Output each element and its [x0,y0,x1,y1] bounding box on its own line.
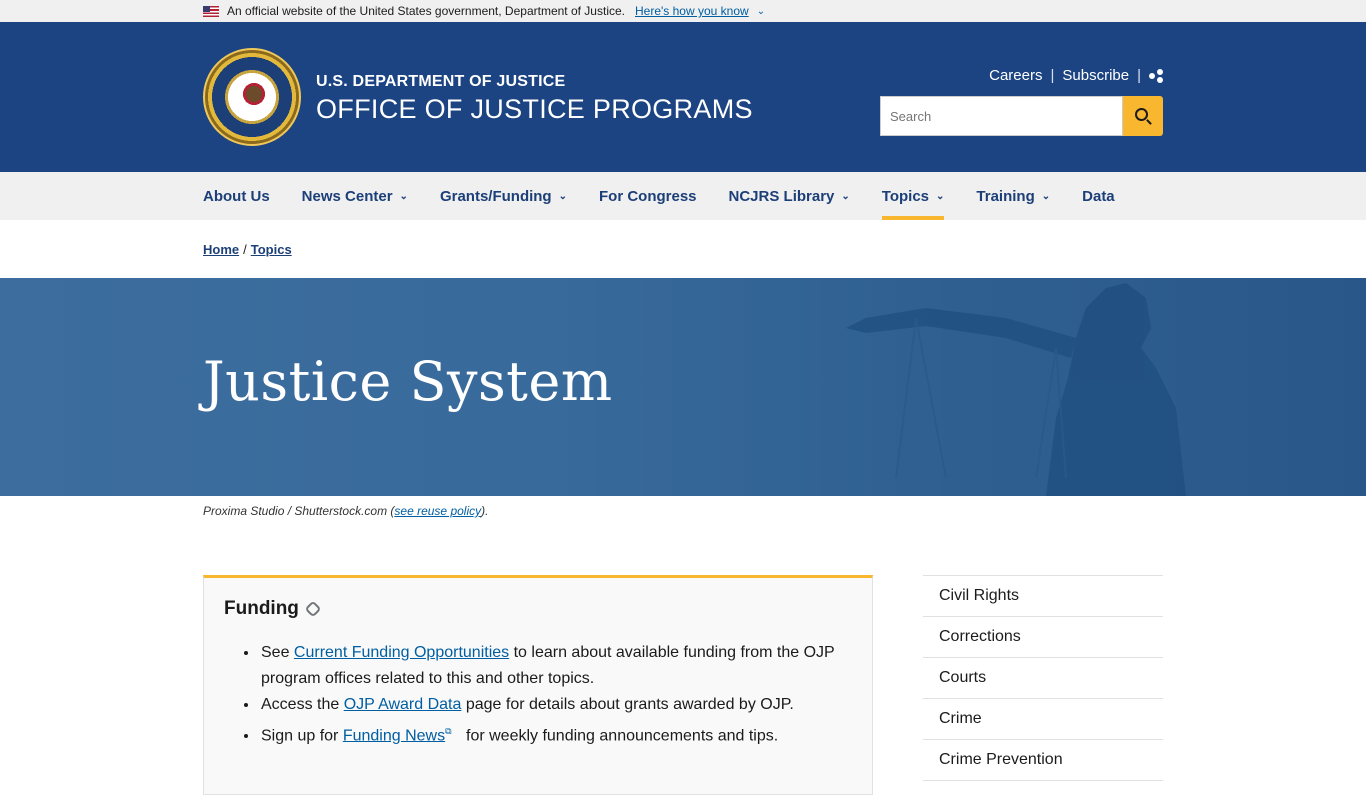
funding-heading: Funding [224,598,852,620]
search-form [880,96,1163,136]
share-icon[interactable] [1149,68,1163,83]
chevron-down-icon[interactable]: ⌄ [757,6,765,17]
separator: | [1137,67,1141,84]
nav-label: Training [976,187,1035,205]
funding-news-link[interactable]: Funding News [343,727,445,744]
sidebar-item-corrections[interactable]: Corrections [923,617,1163,658]
breadcrumb-separator: / [243,242,247,257]
page-title: Justice System [203,350,613,413]
credit-text: Proxima Studio / Shutterstock.com ( [203,504,395,518]
nav-item-grants-funding[interactable]: Grants/Funding ⌄ [440,172,567,220]
official-banner-text: An official website of the United States… [227,4,625,18]
careers-link[interactable]: Careers [989,67,1042,84]
utility-links: Careers | Subscribe | [989,67,1163,84]
nav-item-about-us[interactable]: About Us [203,172,270,220]
sidebar-item-crime-prevention[interactable]: Crime Prevention [923,740,1163,781]
nav-label: About Us [203,187,270,205]
nav-label: NCJRS Library [728,187,835,205]
nav-label: Data [1082,187,1115,205]
link-icon[interactable] [304,600,322,618]
sidebar-item-courts[interactable]: Courts [923,658,1163,699]
us-flag-icon [203,5,219,17]
chevron-down-icon: ⌄ [399,190,408,202]
external-link-icon: ⧉ [445,726,452,736]
official-banner: An official website of the United States… [0,0,1366,22]
nav-item-for-congress[interactable]: For Congress [599,172,697,220]
funding-list: See Current Funding Opportunities to lea… [259,640,852,749]
sidebar-item-civil-rights[interactable]: Civil Rights [923,576,1163,617]
chevron-down-icon: ⌄ [936,190,945,202]
chevron-down-icon: ⌄ [1041,190,1051,202]
list-item: See Current Funding Opportunities to lea… [259,640,852,692]
nav-label: For Congress [599,187,697,205]
reuse-policy-link[interactable]: see reuse policy [394,504,481,518]
funding-panel: Funding See Current Funding Opportunitie… [203,575,873,795]
hero-banner: Justice System [0,278,1366,496]
list-item: Access the OJP Award Data page for detai… [259,692,852,718]
text: Sign up for [261,727,343,745]
office-name[interactable]: OFFICE OF JUSTICE PROGRAMS [316,94,753,125]
nav-label: Topics [881,187,930,205]
topics-sidebar: Civil Rights Corrections Courts Crime Cr… [923,575,1163,781]
eagle-emblem [239,82,269,112]
main-nav: About Us News Center ⌄ Grants/Funding ⌄ Fo… [0,172,1366,220]
subscribe-link[interactable]: Subscribe [1062,67,1129,84]
separator: | [1050,67,1055,84]
heres-how-you-know-link[interactable]: Here's how you know [635,4,749,18]
nav-item-data[interactable]: Data [1082,172,1115,220]
search-button[interactable] [1123,96,1163,136]
search-icon [1134,107,1148,121]
sidebar-item-crime[interactable]: Crime [923,699,1163,740]
current-funding-opportunities-link[interactable]: Current Funding Opportunities [294,644,509,661]
text: See [261,644,294,661]
ojp-award-data-link[interactable]: OJP Award Data [344,696,462,713]
image-credit: Proxima Studio / Shutterstock.com (see r… [203,504,1163,518]
nav-item-topics[interactable]: Topics ⌄ [881,172,945,220]
chevron-down-icon: ⌄ [841,190,850,202]
lady-justice-image [846,283,1186,496]
search-input[interactable] [880,96,1123,136]
text: for weekly funding announcements and tip… [461,727,779,745]
text: page for details about grants awarded by… [461,696,794,713]
doj-seal-logo[interactable] [203,48,301,146]
breadcrumb: Home / Topics [0,220,1366,278]
breadcrumb-topics-link[interactable]: Topics [251,242,292,257]
breadcrumb-home-link[interactable]: Home [203,242,239,257]
department-name[interactable]: U.S. DEPARTMENT OF JUSTICE [316,73,565,91]
nav-label: Grants/Funding [439,187,552,205]
nav-item-news-center[interactable]: News Center ⌄ [302,172,408,220]
credit-suffix: ). [481,504,489,518]
text: Access the [261,696,344,713]
site-header: U.S. DEPARTMENT OF JUSTICE OFFICE OF JUS… [0,22,1366,172]
funding-heading-text: Funding [224,598,299,619]
nav-item-ncjrs-library[interactable]: NCJRS Library ⌄ [729,172,850,220]
chevron-down-icon: ⌄ [558,190,567,202]
list-item: Sign up for Funding News⧉ for weekly fun… [259,718,852,749]
nav-label: News Center [301,187,393,205]
nav-item-training[interactable]: Training ⌄ [976,172,1050,220]
